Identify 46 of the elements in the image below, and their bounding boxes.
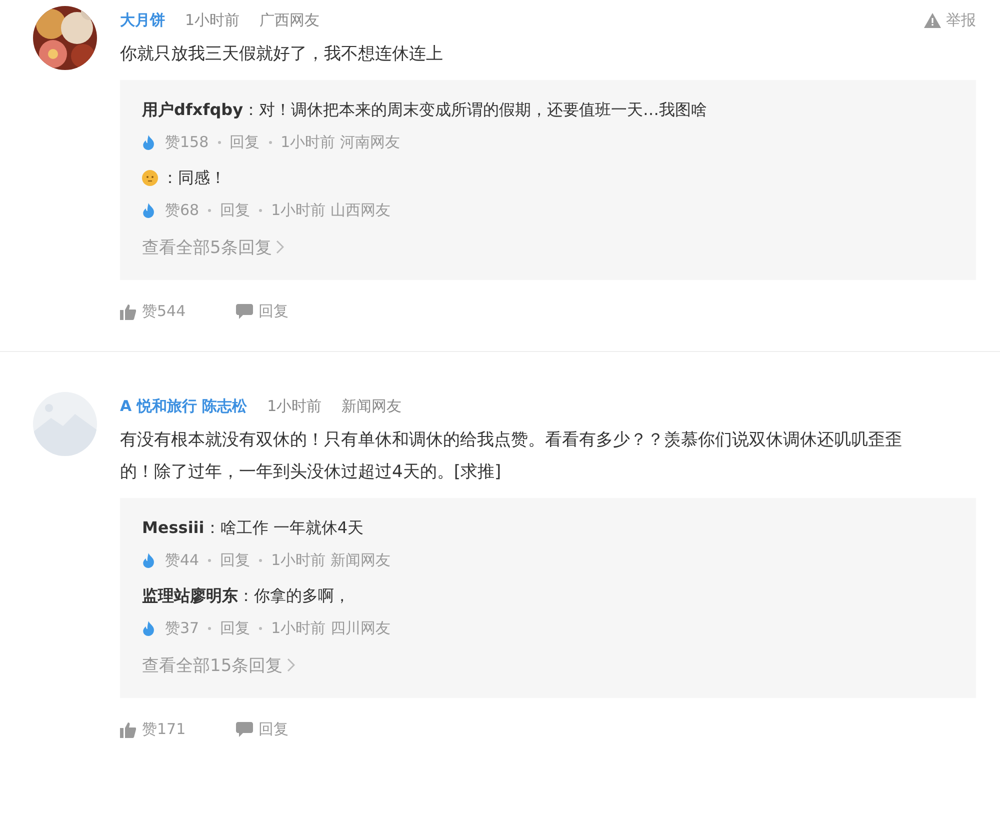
flame-icon [142,552,155,568]
comment-text: 你就只放我三天假就好了，我不想连休连上 [120,43,444,66]
reply-meta: 1小时前 河南网友 [280,132,400,152]
more-replies-link[interactable]: 查看全部15条回复 [142,650,295,680]
thumbs-up-icon [120,722,136,738]
reply-text: ：对！调休把本来的周末变成所谓的假期，还要值班一天…我图啥 [243,99,708,121]
reply-meta: 1小时前 四川网友 [271,618,390,638]
author-name[interactable]: A 悦和旅行 陈志松 [120,396,248,416]
emoji-icon [142,170,158,186]
like-count[interactable]: 赞44 [165,550,200,570]
like-count[interactable]: 赞37 [165,618,200,638]
reply-text: ：啥工作 一年就休4天 [204,517,364,539]
reply-link[interactable]: 回复 [220,200,250,220]
flame-icon [142,134,155,150]
like-count[interactable]: 赞68 [165,200,200,220]
reply-author[interactable]: 用户dfxfqby [142,94,244,126]
warning-icon [924,12,941,28]
reply-text: ：同感！ [162,167,226,189]
thumbs-up-icon [120,304,136,320]
report-button[interactable]: 举报 [924,10,976,30]
speech-bubble-icon [236,304,253,319]
reply-button[interactable]: 回复 [236,302,289,321]
reply-link[interactable]: 回复 [220,550,250,570]
reply-author[interactable]: Messiii [142,512,204,544]
reply-link[interactable]: 回复 [230,132,260,152]
flame-icon [142,202,155,218]
flame-icon [142,620,155,636]
reply-meta: 1小时前 山西网友 [271,200,390,220]
speech-bubble-icon [236,722,253,737]
comment-time: 1小时前 [267,396,322,416]
comment-text: 有没有根本就没有双休的！只有单休和调休的给我点赞。看看有多少？？羡慕你们说双休调休还叽叽歪歪的！除了过年，一年到头没休过超过4天的。[求推] [120,429,903,484]
chevron-right-icon [286,658,295,672]
chevron-right-icon [276,240,284,254]
comment-location: 广西网友 [260,10,320,30]
reply-meta: 1小时前 新闻网友 [271,550,390,570]
like-button[interactable]: 赞171 [120,720,186,739]
reply-text: ：你拿的多啊， [238,585,350,607]
reply-button[interactable]: 回复 [236,720,289,739]
like-button[interactable]: 赞544 [120,302,186,321]
like-count[interactable]: 赞158 [165,132,209,152]
reply-author[interactable]: 监理站廖明东 [142,580,238,612]
more-replies-link[interactable]: 查看全部5条回复 [142,232,284,262]
author-name[interactable]: 大月饼 [120,10,165,30]
comment-time: 1小时前 [185,10,240,30]
reply-link[interactable]: 回复 [220,618,250,638]
comment-location: 新闻网友 [342,396,402,416]
